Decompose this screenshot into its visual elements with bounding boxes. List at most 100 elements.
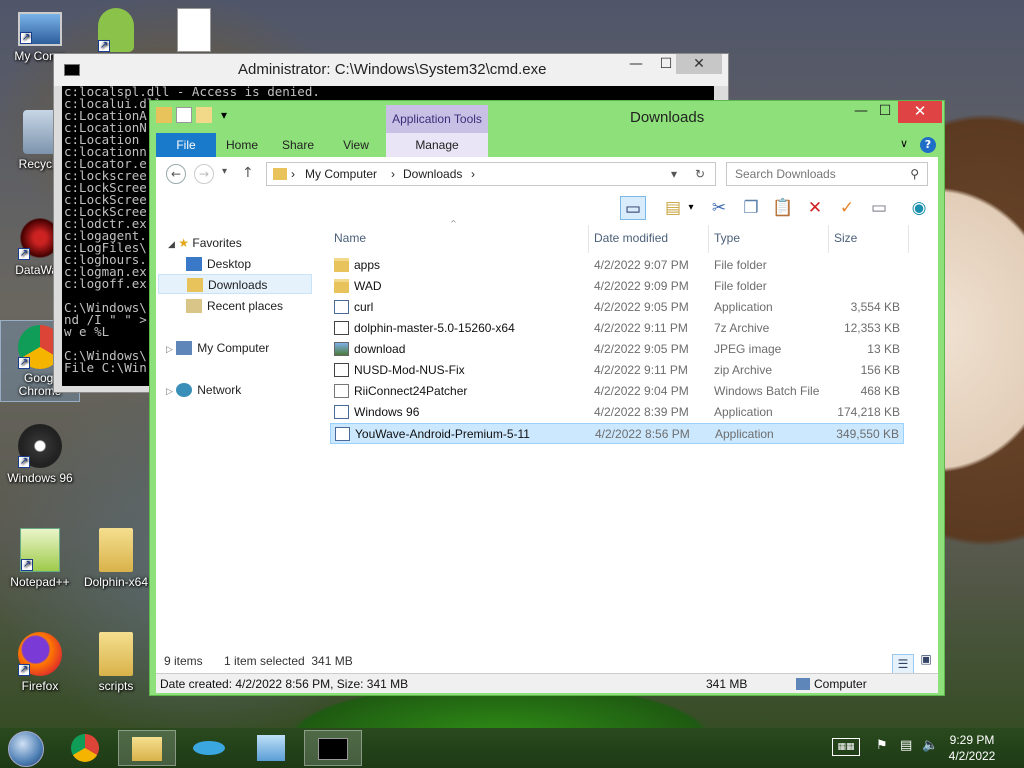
column-size[interactable]: Size [834, 231, 857, 251]
chrome-icon [71, 734, 99, 762]
chevron-down-icon[interactable]: ▾ [671, 167, 677, 181]
column-separator [708, 225, 709, 253]
desktop-icon-dolphin[interactable]: Dolphin-x64 [76, 528, 156, 589]
desktop-icon-label: Firefox [21, 679, 59, 693]
file-row[interactable]: curl 4/2/2022 9:05 PM Application 3,554 KB [330, 297, 904, 318]
properties-icon[interactable] [176, 107, 192, 123]
file-name: apps [354, 258, 381, 272]
network-icon[interactable]: ▤ [900, 738, 912, 753]
column-name[interactable]: Name [334, 231, 366, 251]
search-box[interactable]: Search Downloads ⚲ [726, 162, 928, 186]
column-type[interactable]: Type [714, 231, 740, 251]
back-button[interactable]: ← [166, 164, 186, 184]
application-tools-label: Application Tools [386, 105, 488, 133]
file-row[interactable]: download 4/2/2022 9:05 PM JPEG image 13 KB [330, 339, 904, 360]
tab-home[interactable]: Home [220, 133, 264, 157]
desktop-icon-label: Notepad++ [10, 575, 70, 589]
copy-icon[interactable]: ❐ [738, 196, 764, 220]
nav-desktop[interactable]: Desktop [186, 254, 251, 274]
delete-icon[interactable]: ✕ [802, 196, 828, 220]
column-separator [908, 225, 909, 253]
explorer-window[interactable]: ▾ Application Tools Downloads — ☐ ✕ File… [149, 100, 945, 696]
forward-button[interactable]: → [194, 164, 214, 184]
desktop-icon-android[interactable]: ↗ [76, 8, 156, 55]
properties-icon[interactable]: ▤ [660, 196, 686, 220]
nav-network[interactable]: ▷ Network [166, 380, 241, 400]
details-size: 341 MB [706, 677, 748, 691]
minimize-button[interactable]: — [620, 54, 652, 74]
cmd-titlebar[interactable]: Administrator: C:\Windows\System32\cmd.e… [54, 54, 728, 86]
taskbar-cmd[interactable] [304, 730, 362, 766]
file-name: dolphin-master-5.0-15260-x64 [354, 321, 515, 335]
cut-icon[interactable]: ✂ [706, 196, 732, 220]
address-bar[interactable]: › My Computer › Downloads › ▾ ↻ [266, 162, 716, 186]
preview-pane-icon[interactable]: ▭ [620, 196, 646, 220]
recent-locations-icon[interactable]: ▾ [222, 166, 227, 177]
file-type: File folder [714, 258, 767, 272]
file-row[interactable]: Windows 96 4/2/2022 8:39 PM Application 174… [330, 402, 904, 423]
breadcrumb-my-computer[interactable]: My Computer [305, 167, 377, 181]
details-view-button[interactable]: ☰ [892, 654, 914, 674]
computer-icon: ↗ [18, 12, 62, 46]
desktop-icon-firefox[interactable]: ↗ Firefox [0, 632, 80, 693]
folder-icon[interactable] [156, 107, 172, 123]
paste-icon[interactable]: 📋 [770, 196, 796, 220]
file-row[interactable]: RiiConnect24Patcher 4/2/2022 9:04 PM Windo… [330, 381, 904, 402]
desktop-icon-document[interactable] [154, 8, 234, 55]
item-count: 9 items [164, 654, 203, 668]
desktop-icon-notepadpp[interactable]: ↗ Notepad++ [0, 528, 80, 589]
file-row[interactable]: dolphin-master-5.0-15260-x64 4/2/2022 9:1… [330, 318, 904, 339]
file-icon [334, 384, 349, 398]
start-button[interactable] [8, 731, 44, 767]
explorer-titlebar[interactable]: ▾ Application Tools Downloads — ☐ ✕ [150, 101, 944, 133]
file-date: 4/2/2022 9:05 PM [594, 342, 689, 356]
nav-label: My Computer [197, 341, 270, 355]
taskbar-dolphin[interactable] [180, 730, 238, 766]
search-input[interactable]: Search Downloads [735, 167, 836, 181]
file-date: 4/2/2022 9:09 PM [594, 279, 689, 293]
file-row[interactable]: WAD 4/2/2022 9:09 PM File folder [330, 276, 904, 297]
globe-icon[interactable]: ◉ [906, 196, 932, 220]
nav-recent-places[interactable]: Recent places [186, 296, 283, 316]
file-row[interactable]: YouWave-Android-Premium-5-11 4/2/2022 8:5… [330, 423, 904, 444]
nav-downloads[interactable]: Downloads [158, 274, 312, 294]
help-icon[interactable]: ? [920, 137, 936, 153]
close-button[interactable]: ✕ [676, 54, 722, 74]
taskbar-chrome[interactable] [56, 730, 114, 766]
action-center-icon[interactable]: ⚑ [876, 738, 888, 753]
file-date: 4/2/2022 9:11 PM [594, 363, 688, 377]
chevron-down-icon[interactable]: ∨ [900, 137, 908, 150]
search-icon[interactable]: ⚲ [910, 167, 919, 181]
file-name: curl [354, 300, 374, 314]
maximize-button[interactable]: ☐ [870, 101, 900, 123]
taskbar-control-panel[interactable] [242, 730, 300, 766]
file-row[interactable]: apps 4/2/2022 9:07 PM File folder [330, 255, 904, 276]
keyboard-icon[interactable]: ▦▦ [832, 738, 860, 756]
tab-view[interactable]: View [334, 133, 378, 157]
refresh-icon[interactable]: ↻ [695, 167, 705, 181]
tab-share[interactable]: Share [276, 133, 320, 157]
close-button[interactable]: ✕ [898, 101, 942, 123]
volume-muted-icon[interactable]: 🔈 [922, 738, 938, 753]
chevron-down-icon[interactable]: ▾ [684, 196, 698, 220]
nav-my-computer[interactable]: ▷ My Computer [166, 338, 269, 358]
large-icons-view-button[interactable]: ▣ [916, 652, 936, 670]
desktop-icon-windows96[interactable]: ↗ Windows 96 [0, 424, 80, 485]
tab-file[interactable]: File [156, 133, 216, 157]
tab-manage[interactable]: Manage [386, 133, 488, 157]
rename-icon[interactable]: ▭ [866, 196, 892, 220]
desktop-icon-scripts[interactable]: scripts [76, 632, 156, 693]
file-name: Windows 96 [354, 405, 420, 419]
taskbar-file-explorer[interactable] [118, 730, 176, 766]
file-size: 12,353 KB [843, 321, 900, 335]
breadcrumb-downloads[interactable]: Downloads [403, 167, 462, 181]
new-folder-icon[interactable] [196, 107, 212, 123]
up-arrow-icon[interactable]: ↑ [242, 165, 254, 181]
nav-favorites[interactable]: ◢ ★ Favorites [168, 233, 242, 253]
file-type: zip Archive [714, 363, 773, 377]
check-icon[interactable]: ✓ [834, 196, 860, 220]
chevron-down-icon[interactable]: ▾ [216, 107, 232, 123]
clock[interactable]: 9:29 PM 4/2/2022 [942, 732, 1002, 764]
file-row[interactable]: NUSD-Mod-NUS-Fix 4/2/2022 9:11 PM zip Arch… [330, 360, 904, 381]
column-date-modified[interactable]: Date modified [594, 231, 668, 251]
